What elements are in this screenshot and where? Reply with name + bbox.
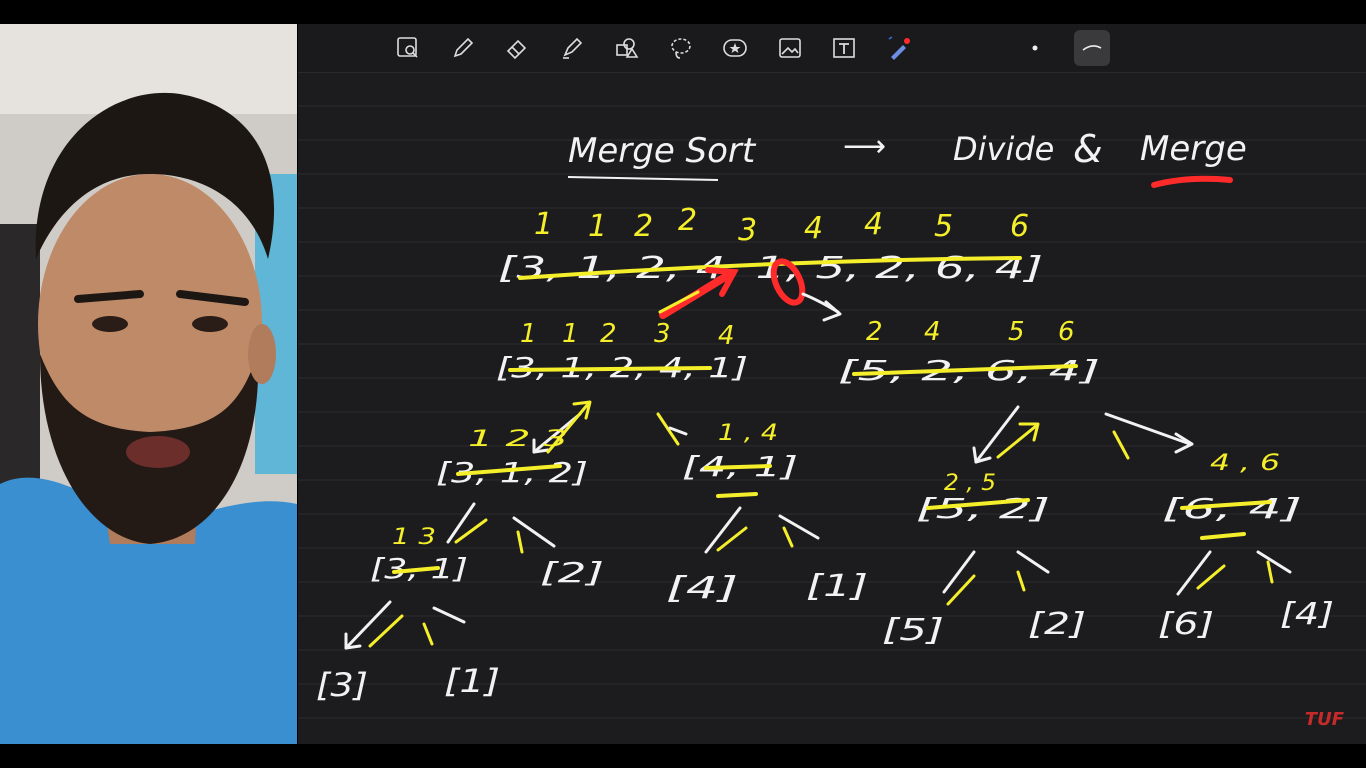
right-sorted-row: 2 4 5 6 — [866, 317, 1075, 347]
subtitle-divide: Divide — [953, 130, 1054, 168]
leaf-6: [6] — [1158, 607, 1214, 642]
leaf-1: [1] — [806, 569, 868, 604]
top-sorted-4: 3 — [738, 213, 757, 248]
leaf-1b: [1] — [444, 662, 500, 700]
left-sorted-2: 2 — [600, 319, 617, 349]
top-array: [3, 1, 2, 4, 1, 5, 2, 6, 4] — [498, 251, 1043, 286]
video-frame: Merge Sort ⟶ Divide & Merge 1 1 2 2 3 4 … — [0, 24, 1366, 744]
lasso-icon[interactable] — [663, 30, 699, 66]
right-sorted-3: 6 — [1058, 317, 1075, 347]
tuf-watermark: TUF — [1304, 709, 1344, 730]
highlighter-icon[interactable] — [554, 30, 590, 66]
laser-pointer-icon[interactable] — [881, 30, 917, 66]
node-312-sorted: 1 2 3 — [468, 427, 568, 452]
whiteboard-canvas[interactable]: Merge Sort ⟶ Divide & Merge 1 1 2 2 3 4 … — [298, 72, 1366, 744]
leaf-4b: [4] — [1280, 597, 1334, 632]
left-sorted-1: 1 — [562, 319, 579, 349]
right-sorted-2: 5 — [1008, 317, 1025, 347]
node-41-sorted: 1 , 4 — [718, 421, 778, 446]
top-sorted-1: 1 — [588, 209, 607, 244]
shapes-icon[interactable] — [608, 30, 644, 66]
leaf-4: [4] — [666, 571, 738, 606]
right-sorted-1: 4 — [924, 317, 941, 347]
top-sorted-5: 4 — [804, 211, 823, 246]
drawing-toolbar — [298, 24, 1366, 73]
left-sorted-0: 1 — [520, 319, 537, 349]
leaf-5: [5] — [882, 613, 944, 648]
left-sorted-3: 3 — [654, 319, 671, 349]
subtitle-amp: & — [1073, 127, 1103, 171]
leaf-2: [2] — [540, 556, 604, 589]
whiteboard[interactable]: Merge Sort ⟶ Divide & Merge 1 1 2 2 3 4 … — [298, 24, 1366, 744]
text-icon[interactable] — [826, 30, 862, 66]
top-sorted-7: 5 — [934, 209, 953, 244]
leaf-3: [3] — [316, 666, 368, 704]
subtitle-merge: Merge — [1140, 129, 1247, 169]
dot-icon[interactable] — [1017, 30, 1053, 66]
stroke-style-icon[interactable] — [1074, 30, 1110, 66]
left-sorted-4: 4 — [718, 321, 735, 351]
webcam-presenter — [0, 24, 297, 744]
top-sorted-0: 1 — [534, 207, 553, 242]
left-sorted-row: 1 1 2 3 4 — [520, 319, 735, 351]
top-sorted-2: 2 — [634, 209, 653, 244]
top-sorted-6: 4 — [864, 207, 883, 242]
zoom-icon[interactable] — [390, 30, 426, 66]
image-icon[interactable] — [772, 30, 808, 66]
top-sorted-3: 2 — [678, 203, 697, 238]
title-merge-sort: Merge Sort — [568, 131, 757, 171]
top-sorted-row: 1 1 2 2 3 4 4 5 6 — [534, 203, 1029, 248]
top-sorted-8: 6 — [1010, 209, 1029, 244]
sticker-icon[interactable] — [717, 30, 753, 66]
right-sorted-0: 2 — [866, 317, 883, 347]
title-arrow: ⟶ — [843, 129, 886, 164]
leaf-2b: [2] — [1028, 607, 1086, 642]
presenter-image — [0, 24, 297, 744]
node-64-sorted: 4 , 6 — [1210, 451, 1280, 476]
eraser-icon[interactable] — [499, 30, 535, 66]
pen-icon[interactable] — [445, 30, 481, 66]
node-31-sorted: 1 3 — [392, 525, 436, 550]
laser-underline — [1151, 175, 1233, 188]
